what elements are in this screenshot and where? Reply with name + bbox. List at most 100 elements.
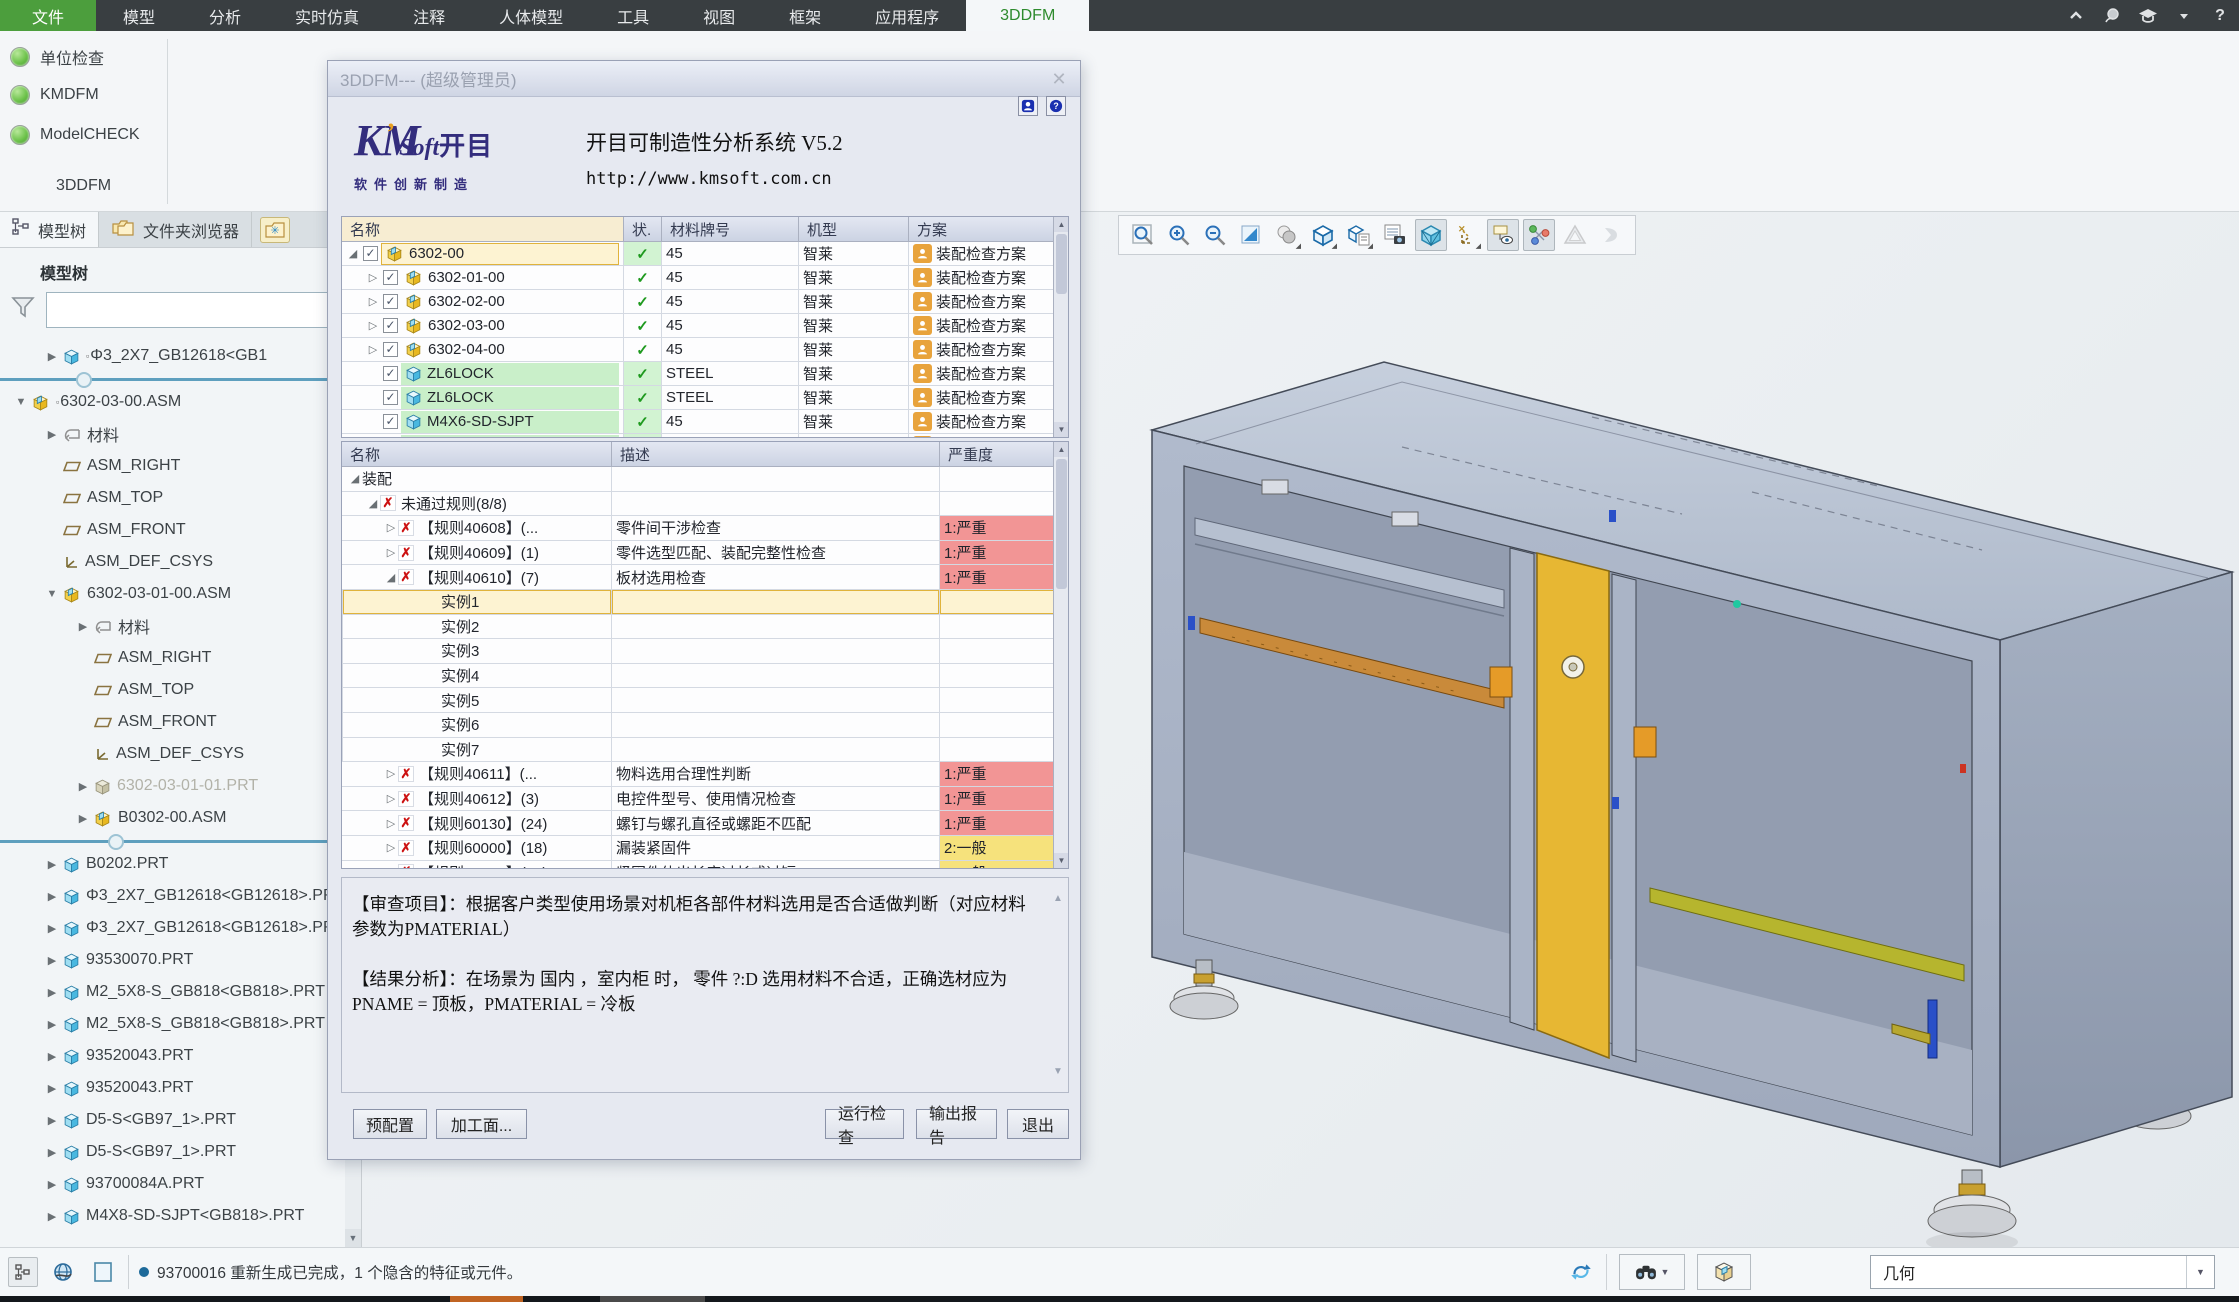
- column-header-状.[interactable]: 状.: [624, 217, 662, 241]
- tree-item-材料[interactable]: ▶材料: [0, 610, 346, 642]
- row-expander-icon[interactable]: ▷: [366, 295, 380, 308]
- tree-splitter[interactable]: [0, 834, 346, 848]
- learning-center-icon[interactable]: [2137, 5, 2159, 27]
- regenerate-icon[interactable]: [1568, 1259, 1594, 1285]
- rules-row-【规则40609】(1)[interactable]: ▷✗【规则40609】(1)零件选型匹配、装配完整性检查1:严重: [342, 541, 1068, 566]
- plan-cell[interactable]: 装配检查方案: [909, 410, 1055, 433]
- menu-item-3DDFM[interactable]: 3DDFM: [966, 0, 1089, 31]
- help-icon[interactable]: ?: [1046, 96, 1066, 116]
- annotation-display-icon[interactable]: [1487, 219, 1519, 251]
- parts-row-ZL6LOCK[interactable]: ✓ZL6LOCK✓STEEL智莱装配检查方案: [342, 386, 1068, 410]
- plan-cell[interactable]: 装配检查方案: [909, 290, 1055, 313]
- user-icon[interactable]: [1018, 96, 1038, 116]
- tree-expander-icon[interactable]: ▶: [45, 858, 59, 871]
- tree-item-B0302-00.ASM[interactable]: ▶B0302-00.ASM: [0, 802, 346, 834]
- tree-item-D5-S<GB97_1>.PRT[interactable]: ▶D5-S<GB97_1>.PRT: [0, 1104, 346, 1136]
- tree-item-ASM_FRONT[interactable]: ASM_FRONT: [0, 706, 346, 738]
- rules-row-实例6[interactable]: 实例6: [342, 713, 1068, 738]
- plan-cell[interactable]: 装配检查方案: [909, 338, 1055, 361]
- plan-cell[interactable]: 装配检查方案: [909, 242, 1055, 265]
- tree-item-6302-03-01-00.ASM[interactable]: ▼6302-03-01-00.ASM: [0, 578, 346, 610]
- command-search-icon[interactable]: [2101, 5, 2123, 27]
- filter-funnel-icon[interactable]: [10, 294, 36, 325]
- rule-expander-icon[interactable]: ▷: [384, 841, 398, 854]
- plan-cell[interactable]: 装配检查方案: [909, 266, 1055, 289]
- tree-expander-icon[interactable]: ▶: [45, 890, 59, 903]
- rules-row-实例1[interactable]: 实例1: [342, 590, 1068, 615]
- zoom-in-icon[interactable]: [1163, 219, 1195, 251]
- exit-button[interactable]: 退出: [1007, 1109, 1069, 1139]
- chevron-down-icon[interactable]: ▼: [2186, 1256, 2214, 1288]
- output-report-button[interactable]: 输出报告: [916, 1109, 997, 1139]
- rules-row-【规则60120】(14)[interactable]: ▷✗【规则60120】(14)紧固件伸出长度过长或过短2:一般: [342, 861, 1068, 870]
- tree-expander-icon[interactable]: ▶: [45, 1210, 59, 1223]
- menu-item-人体模型[interactable]: 人体模型: [472, 0, 590, 31]
- tree-expander-icon[interactable]: ▶: [45, 1114, 59, 1127]
- scroll-down-icon[interactable]: ▼: [1054, 422, 1069, 437]
- perspective-view-icon[interactable]: [1415, 219, 1447, 251]
- dropdown-caret-icon[interactable]: ◢: [1332, 242, 1337, 250]
- rule-expander-icon[interactable]: ▷: [384, 521, 398, 534]
- run-check-button[interactable]: 运行检查: [825, 1109, 904, 1139]
- tree-splitter[interactable]: [0, 372, 346, 386]
- parts-row-6302-03-00[interactable]: ▷✓6302-03-00✓45智莱装配检查方案: [342, 314, 1068, 338]
- tree-expander-icon[interactable]: ▶: [45, 1018, 59, 1031]
- rule-expander-icon[interactable]: ▷: [384, 767, 398, 780]
- tree-item-93530070.PRT[interactable]: ▶93530070.PRT: [0, 944, 346, 976]
- parts-row-ZL6LOCK[interactable]: ✓ZL6LOCK✓STEEL智莱装配检查方案: [342, 362, 1068, 386]
- tree-search-input[interactable]: [46, 292, 346, 328]
- model-box-button[interactable]: [1697, 1254, 1751, 1290]
- preconfig-button[interactable]: 预配置: [353, 1109, 427, 1139]
- tree-item-Φ3_2X7_GB12618<GB12618>.PRT[interactable]: ▶Φ3_2X7_GB12618<GB12618>.PRT: [0, 880, 346, 912]
- tree-expander-icon[interactable]: ▶: [76, 780, 90, 793]
- tree-expander-icon[interactable]: ▶: [45, 350, 59, 363]
- tree-item-材料[interactable]: ▶材料: [0, 418, 346, 450]
- row-checkbox[interactable]: ✓: [383, 318, 398, 333]
- row-expander-icon[interactable]: ▷: [366, 319, 380, 332]
- row-expander-icon[interactable]: ▷: [366, 343, 380, 356]
- view-manager-icon[interactable]: [1379, 219, 1411, 251]
- rules-row-【规则40608】(...[interactable]: ▷✗【规则40608】(...零件间干涉检查1:严重: [342, 516, 1068, 541]
- menu-item-模型[interactable]: 模型: [96, 0, 182, 31]
- tree-item-93700084A.PRT[interactable]: ▶93700084A.PRT: [0, 1168, 346, 1200]
- rules-row-【规则40612】(3)[interactable]: ▷✗【规则40612】(3)电控件型号、使用情况检查1:严重: [342, 787, 1068, 812]
- ribbon-button-KMDFM[interactable]: KMDFM: [10, 85, 99, 105]
- rule-expander-icon[interactable]: ◢: [384, 571, 398, 584]
- parts-row-6302-02-00[interactable]: ▷✓6302-02-00✓45智莱装配检查方案: [342, 290, 1068, 314]
- repaint-icon[interactable]: [1235, 219, 1267, 251]
- menu-item-分析[interactable]: 分析: [182, 0, 268, 31]
- dropdown-caret-icon[interactable]: ◢: [1368, 242, 1373, 250]
- new-folder-button[interactable]: ✳: [260, 217, 290, 243]
- ribbon-minimize-icon[interactable]: [2065, 5, 2087, 27]
- help-icon[interactable]: ?: [2209, 5, 2231, 27]
- close-icon[interactable]: ✕: [1048, 69, 1070, 91]
- web-browser-icon[interactable]: [48, 1257, 78, 1287]
- menu-item-视图[interactable]: 视图: [676, 0, 762, 31]
- scroll-down-icon[interactable]: ▼: [1054, 853, 1069, 868]
- splitter-handle[interactable]: [108, 834, 124, 850]
- tree-expander-icon[interactable]: ▶: [45, 1178, 59, 1191]
- column-header-描述[interactable]: 描述: [612, 442, 940, 466]
- rules-row-【规则60000】(18)[interactable]: ▷✗【规则60000】(18)漏装紧固件2:一般: [342, 836, 1068, 861]
- row-expander-icon[interactable]: ◢: [346, 247, 360, 260]
- tree-expander-icon[interactable]: ▶: [45, 1050, 59, 1063]
- tree-item-Φ3_2X7_GB12618<GB12618>.PRT[interactable]: ▶Φ3_2X7_GB12618<GB12618>.PRT: [0, 912, 346, 944]
- rules-row-未通过规则(8/8)[interactable]: ◢✗未通过规则(8/8): [342, 492, 1068, 517]
- tree-expander-icon[interactable]: ▶: [45, 428, 59, 441]
- display-filter-select[interactable]: 几何 ▼: [1870, 1255, 2215, 1289]
- tree-item-B0202.PRT[interactable]: ▶B0202.PRT: [0, 848, 346, 880]
- tree-item-ASM_DEF_CSYS[interactable]: ASM_DEF_CSYS: [0, 738, 346, 770]
- spin-center-icon[interactable]: [1523, 219, 1555, 251]
- row-checkbox[interactable]: ✓: [383, 342, 398, 357]
- parts-row-M4X6-SD-SJPT[interactable]: ✓M4X6-SD-SJPT✓45智莱装配检查方案: [342, 434, 1068, 438]
- model-tree-toggle-icon[interactable]: [8, 1257, 38, 1287]
- menu-item-文件[interactable]: 文件: [0, 0, 96, 31]
- scroll-up-icon[interactable]: ▲: [1054, 217, 1069, 232]
- menu-item-实时仿真[interactable]: 实时仿真: [268, 0, 386, 31]
- dropdown-caret-icon[interactable]: ◢: [1476, 242, 1481, 250]
- tree-item-D5-S<GB97_1>.PRT[interactable]: ▶D5-S<GB97_1>.PRT: [0, 1136, 346, 1168]
- tree-item-93520043.PRT[interactable]: ▶93520043.PRT: [0, 1040, 346, 1072]
- menu-item-应用程序[interactable]: 应用程序: [848, 0, 966, 31]
- parts-table-scrollbar[interactable]: ▲▼: [1053, 217, 1068, 437]
- rule-expander-icon[interactable]: ▷: [384, 546, 398, 559]
